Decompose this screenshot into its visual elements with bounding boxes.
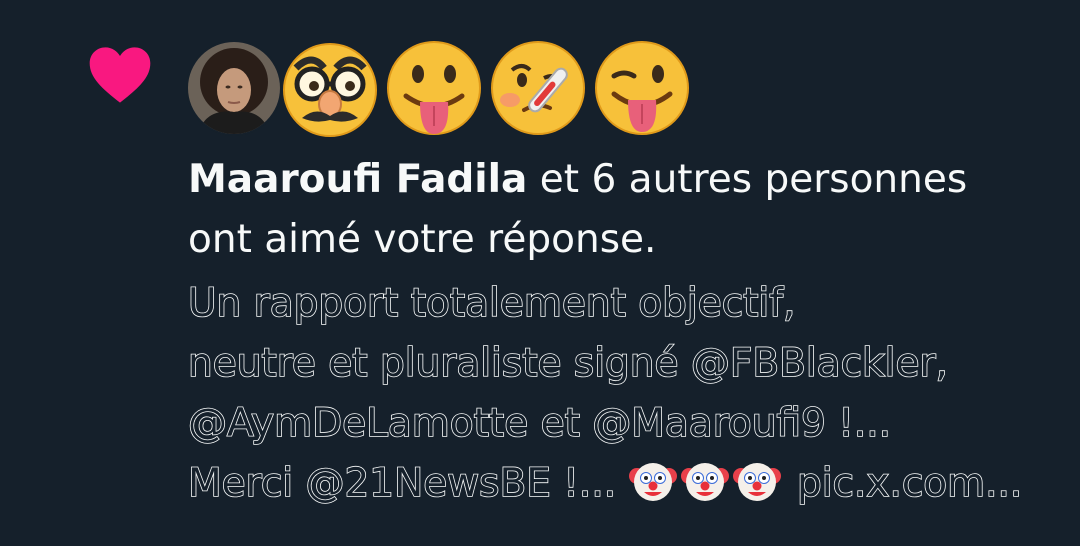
notification-summary[interactable]: Maaroufi Fadila et 6 autres personnes on… xyxy=(188,150,1068,270)
summary-line-2: ont aimé votre réponse. xyxy=(188,217,657,262)
tweet-line-2: neutre et pluraliste signé @FBBlackler, xyxy=(187,340,948,387)
winking-tongue-face-emoji[interactable] xyxy=(588,34,696,142)
clown-emoji xyxy=(680,463,729,501)
tweet-line-4: Merci @21NewsBE !... pic.x.com... xyxy=(187,454,1068,514)
clown-emoji xyxy=(732,463,781,501)
tweet-line-1: Un rapport totalement objectif, xyxy=(187,280,796,327)
tongue-out-face-emoji[interactable] xyxy=(380,34,488,142)
face-with-thermometer-emoji[interactable] xyxy=(484,34,592,142)
heart-icon xyxy=(89,47,151,103)
like-notification[interactable]: Maaroufi Fadila et 6 autres personnes on… xyxy=(0,0,1080,546)
clown-emoji xyxy=(628,463,677,501)
disguised-face-emoji[interactable] xyxy=(276,34,384,142)
tweet-line-3: @AymDeLamotte et @Maaroufi9 !... xyxy=(187,400,892,447)
tweet-line-4-start: Merci @21NewsBE !... xyxy=(187,460,629,507)
notification-text: Maaroufi Fadila et 6 autres personnes on… xyxy=(187,150,1068,514)
avatar-maaroufi-fadila[interactable] xyxy=(186,40,282,136)
tweet-line-4-end: pic.x.com... xyxy=(796,460,1023,507)
liker-avatars xyxy=(186,34,692,142)
profile-photo-image xyxy=(188,42,280,134)
actor-name[interactable]: Maaroufi Fadila xyxy=(188,157,527,202)
summary-rest: et 6 autres personnes xyxy=(527,157,968,202)
liked-reply-text[interactable]: Un rapport totalement objectif, neutre e… xyxy=(187,274,1068,514)
